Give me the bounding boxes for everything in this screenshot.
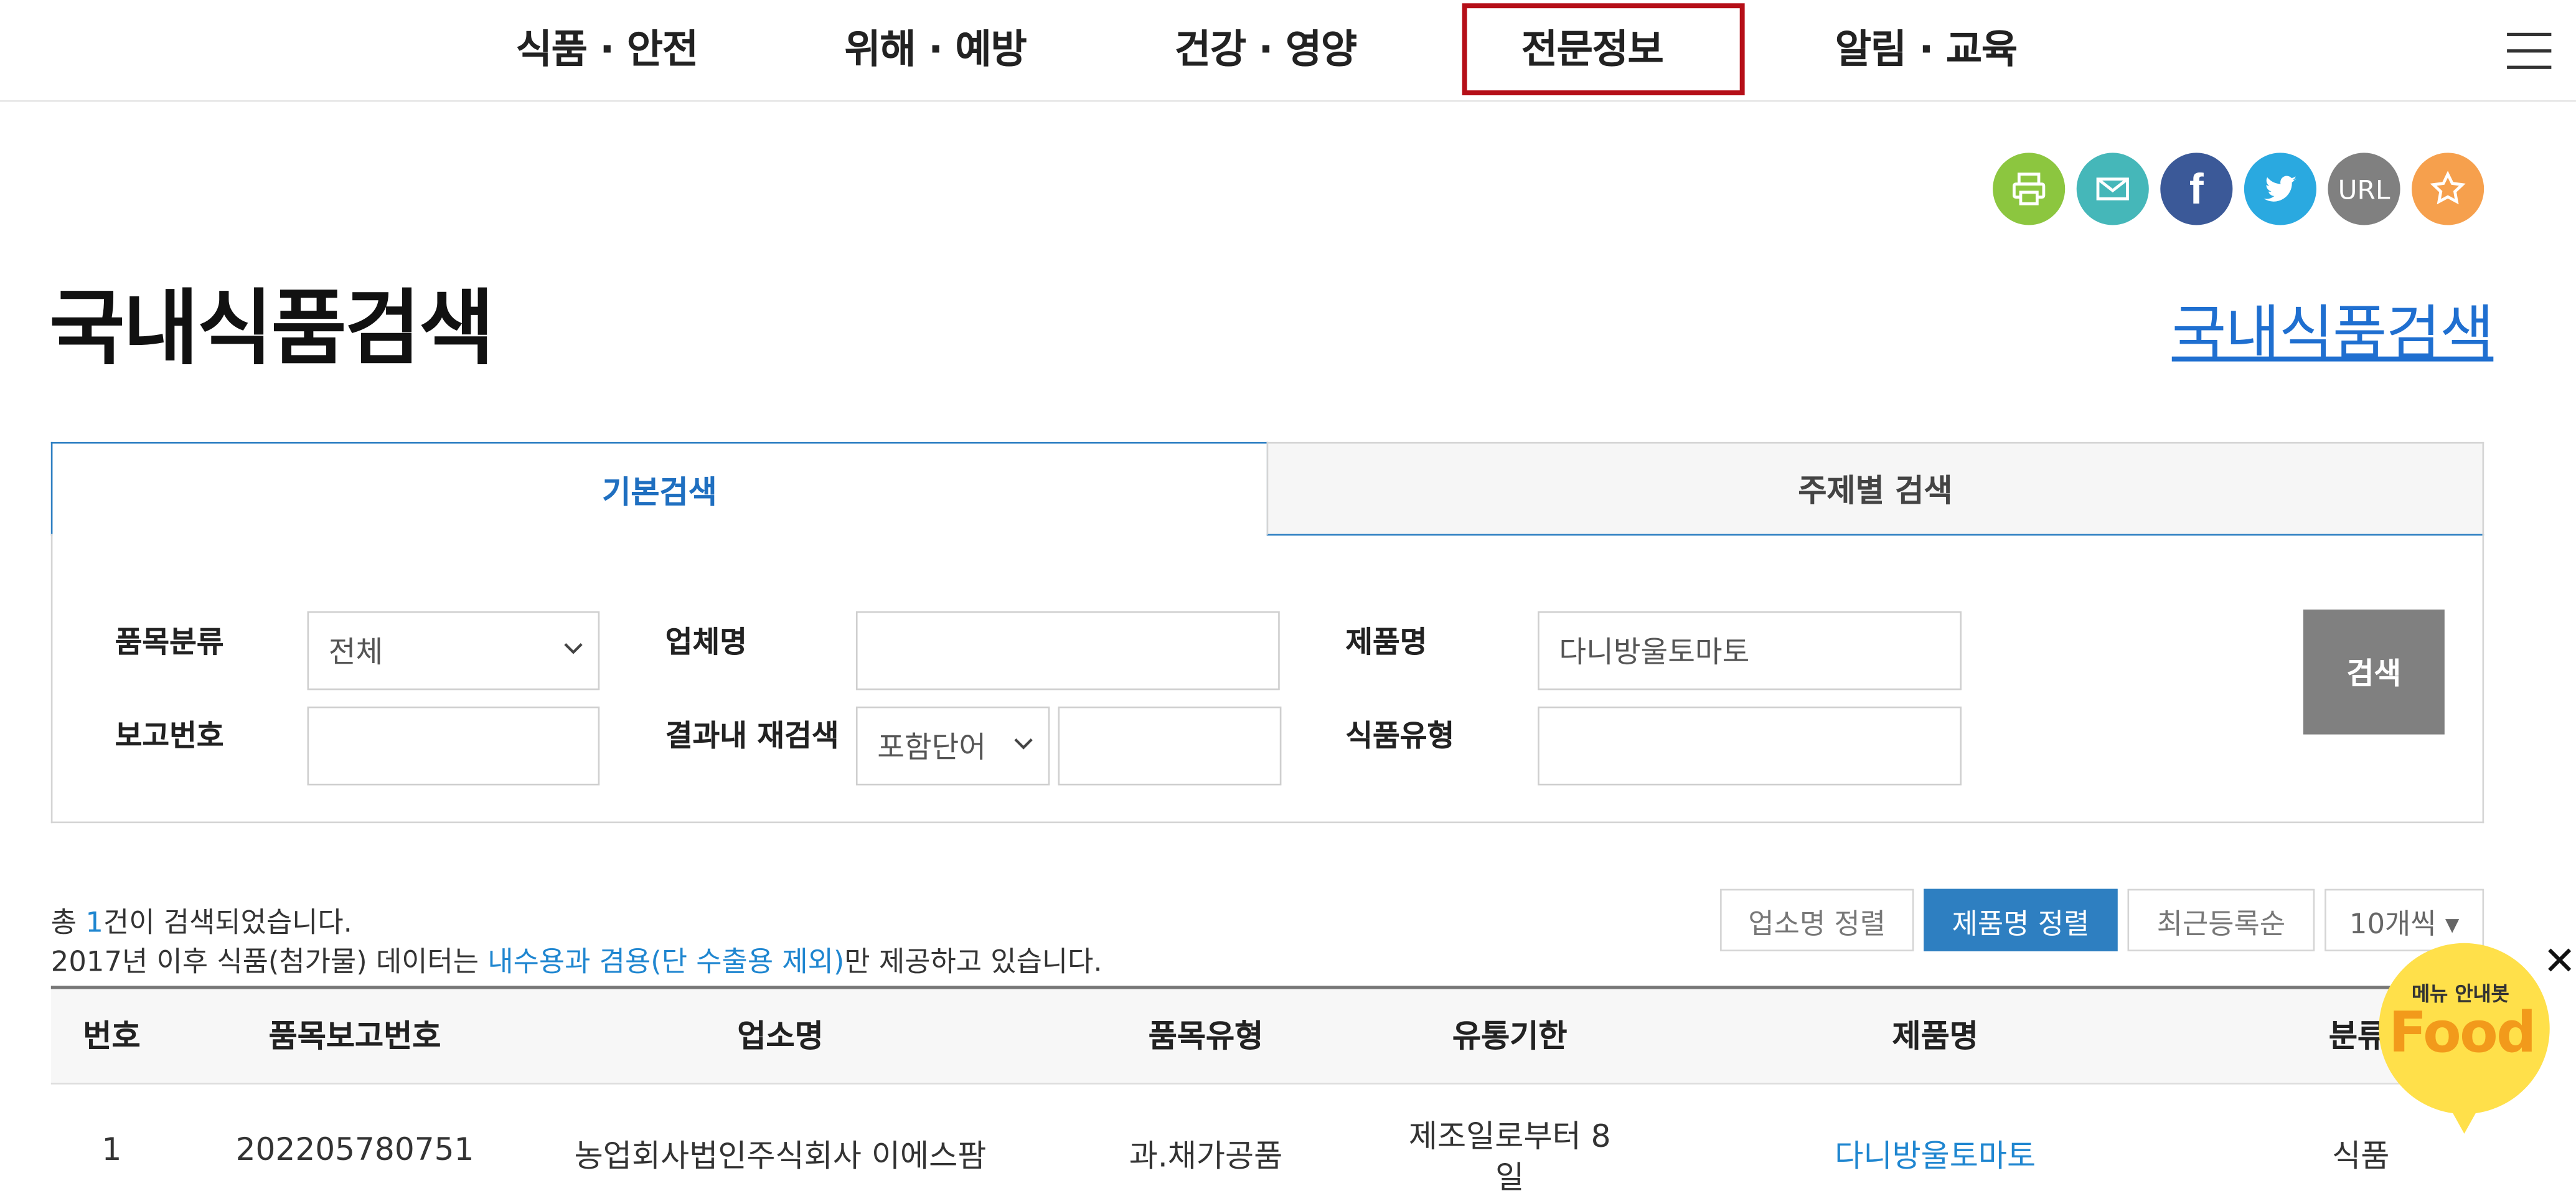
menu-guide-bot-tail (2448, 1104, 2481, 1134)
tab-basic-search[interactable]: 기본검색 (50, 441, 1269, 536)
cell-company: 농업회사법인주식회사 이에스팜 (574, 1138, 987, 1175)
favorite-star-icon[interactable] (2412, 153, 2484, 225)
column-header-shelf-life: 유통기한 (1452, 1019, 1568, 1055)
page-title: 국내식품검색 (49, 281, 494, 377)
url-share-button[interactable]: URL (2328, 153, 2400, 225)
tab-topic-search[interactable]: 주제별 검색 (1266, 441, 2484, 536)
result-summary: 총 1건이 검색되었습니다. (51, 899, 352, 940)
category-select-value: 전체 (328, 636, 383, 671)
close-icon[interactable]: ✕ (2543, 938, 2576, 984)
cell-report-no: 202205780751 (235, 1132, 474, 1169)
hamburger-menu-icon[interactable] (2507, 32, 2552, 69)
product-label: 제품명 (1345, 626, 1427, 661)
report-number-label: 보고번호 (115, 719, 224, 755)
result-summary-suffix: 건이 검색되었습니다. (103, 907, 352, 940)
facebook-icon[interactable]: f (2160, 153, 2233, 225)
top-nav: 식품 · 안전 위해 · 예방 건강 · 영양 전문정보 알림 · 교육 (0, 0, 2576, 102)
product-input[interactable]: 다니방울토마토 (1538, 611, 1962, 690)
notice-prefix: 2017년 이후 식품(첨가물) 데이터는 (50, 946, 488, 979)
nav-item-health-nutrition[interactable]: 건강 · 영양 (1175, 16, 1357, 73)
twitter-icon[interactable] (2244, 153, 2316, 225)
chevron-down-icon (1014, 738, 1033, 750)
cell-class: 식품 (2332, 1138, 2390, 1175)
refine-option-select[interactable]: 포함단어 (855, 706, 1050, 786)
category-label: 품목분류 (115, 626, 224, 661)
report-number-input[interactable] (307, 706, 600, 786)
food-type-label: 식품유형 (1345, 719, 1455, 755)
notice-suffix: 만 제공하고 있습니다. (844, 946, 1102, 979)
column-header-company: 업소명 (737, 1019, 824, 1055)
column-header-no: 번호 (83, 1019, 141, 1055)
refine-search-label: 결과내 재검색 (665, 719, 839, 755)
nav-item-hazard-prevention[interactable]: 위해 · 예방 (844, 16, 1027, 73)
notice-highlight: 내수용과 겸용(단 수출용 제외) (487, 946, 845, 979)
mail-icon[interactable] (2076, 153, 2149, 225)
sort-company-button[interactable]: 업소명 정렬 (1720, 888, 1914, 951)
column-header-class: 분류 (2328, 1019, 2387, 1055)
cell-type: 과.채가공품 (1129, 1138, 1283, 1175)
column-header-report-no: 품목보고번호 (268, 1019, 441, 1055)
refine-keyword-input[interactable] (1058, 706, 1282, 786)
refine-option-value: 포함단어 (877, 731, 987, 766)
cell-shelf-life-line2: 일 (1495, 1160, 1525, 1197)
category-select[interactable]: 전체 (307, 611, 600, 690)
nav-item-expert-info[interactable]: 전문정보 (1521, 16, 1664, 73)
sort-product-button[interactable]: 제품명 정렬 (1924, 888, 2118, 951)
data-notice: 2017년 이후 식품(첨가물) 데이터는 내수용과 겸용(단 수출용 제외)만… (51, 938, 1102, 979)
menu-guide-bot-logo: Food (2389, 1001, 2536, 1067)
result-summary-prefix: 총 (50, 907, 86, 940)
cell-no: 1 (101, 1132, 122, 1169)
nav-item-food-safety[interactable]: 식품 · 안전 (516, 16, 698, 73)
result-count: 1 (85, 907, 103, 940)
cell-shelf-life-line1: 제조일로부터 8 (1408, 1119, 1611, 1156)
page-title-link[interactable]: 국내식품검색 (2172, 286, 2494, 371)
nav-item-notice-education[interactable]: 알림 · 교육 (1835, 16, 2018, 73)
sort-recent-button[interactable]: 최근등록순 (2127, 888, 2315, 951)
company-input[interactable] (855, 611, 1280, 690)
column-header-type: 품목유형 (1148, 1019, 1264, 1055)
company-label: 업체명 (665, 626, 747, 661)
food-type-input[interactable] (1538, 706, 1962, 786)
print-icon[interactable] (1993, 153, 2066, 225)
column-header-product: 제품명 (1892, 1019, 1978, 1055)
cell-product-link[interactable]: 다니방울토마토 (1835, 1132, 2036, 1176)
page-size-select[interactable]: 10개씩 ▾ (2325, 888, 2484, 951)
search-button[interactable]: 검색 (2303, 610, 2445, 735)
chevron-down-icon (564, 643, 583, 654)
